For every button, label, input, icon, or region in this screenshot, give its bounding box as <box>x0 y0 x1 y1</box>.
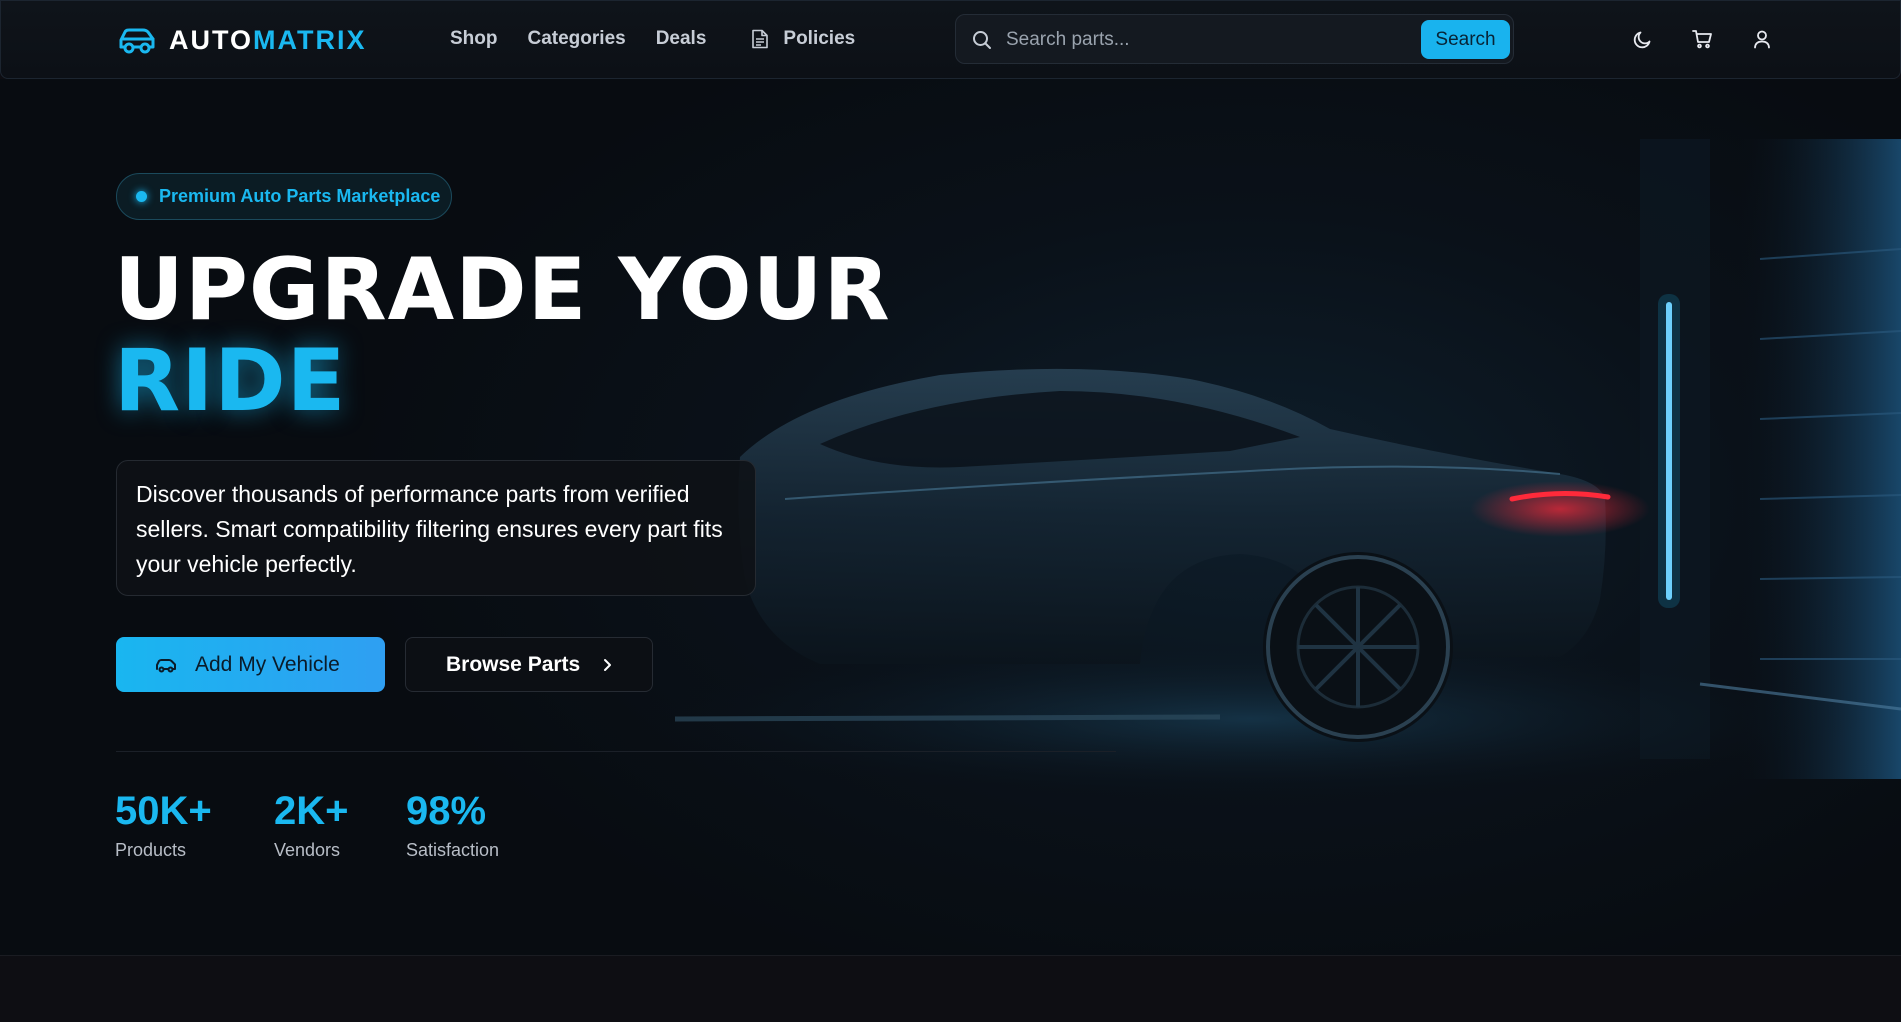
account-button[interactable] <box>1751 28 1773 55</box>
add-vehicle-label: Add My Vehicle <box>195 652 340 676</box>
stat-satisfaction: 98% Satisfaction <box>406 791 499 861</box>
main-nav: Shop Categories Deals Policies <box>450 28 855 50</box>
search-icon <box>973 31 991 49</box>
browse-parts-button[interactable]: Browse Parts <box>405 637 653 692</box>
cart-button[interactable] <box>1691 28 1713 55</box>
stat-value: 98% <box>406 789 487 833</box>
car-icon <box>119 28 155 54</box>
hero-title-line2: RIDE <box>114 331 347 431</box>
brand-name: AUTOMATRIX <box>169 25 367 56</box>
search-bar: Search <box>955 14 1514 64</box>
hero-title-line1: UPGRADE YOUR <box>114 240 891 340</box>
cart-icon <box>1692 30 1712 49</box>
stat-label: Vendors <box>274 840 341 860</box>
brand-name-part2: MATRIX <box>253 24 367 55</box>
search-button[interactable]: Search <box>1421 20 1510 59</box>
moon-icon <box>1633 31 1651 49</box>
hero-section: Premium Auto Parts Marketplace UPGRADE Y… <box>0 79 1901 955</box>
user-icon <box>1754 30 1770 49</box>
stat-vendors: 2K+ Vendors <box>274 791 349 861</box>
nav-categories[interactable]: Categories <box>528 28 626 50</box>
hero-badge: Premium Auto Parts Marketplace <box>116 173 452 220</box>
browse-parts-label: Browse Parts <box>446 652 581 676</box>
nav-policies-label: Policies <box>783 28 856 49</box>
navbar: AUTOMATRIX Shop Categories Deals Policie… <box>0 0 1901 79</box>
stat-label: Satisfaction <box>406 840 500 860</box>
badge-dot <box>136 191 147 202</box>
nav-policies[interactable]: Policies <box>751 28 855 50</box>
stats-divider <box>116 751 1116 752</box>
car-icon <box>156 658 176 672</box>
next-section-edge <box>0 955 1901 1022</box>
document-icon <box>752 29 769 49</box>
add-vehicle-button[interactable]: Add My Vehicle <box>116 637 385 692</box>
stat-value: 2K+ <box>274 789 349 833</box>
hero-description-box: Discover thousands of performance parts … <box>116 460 756 596</box>
theme-toggle[interactable] <box>1632 28 1654 55</box>
brand-name-part1: AUTO <box>169 24 254 55</box>
nav-shop[interactable]: Shop <box>450 28 498 50</box>
stat-products: 50K+ Products <box>115 791 212 861</box>
hero-description: Discover thousands of performance parts … <box>136 481 723 577</box>
stat-label: Products <box>115 840 187 860</box>
chevron-right-icon <box>604 658 612 671</box>
stat-value: 50K+ <box>115 789 212 833</box>
badge-text: Premium Auto Parts Marketplace <box>159 186 441 206</box>
nav-deals[interactable]: Deals <box>656 28 707 50</box>
brand-logo[interactable]: AUTOMATRIX <box>117 23 367 57</box>
search-input[interactable] <box>1006 25 1366 55</box>
